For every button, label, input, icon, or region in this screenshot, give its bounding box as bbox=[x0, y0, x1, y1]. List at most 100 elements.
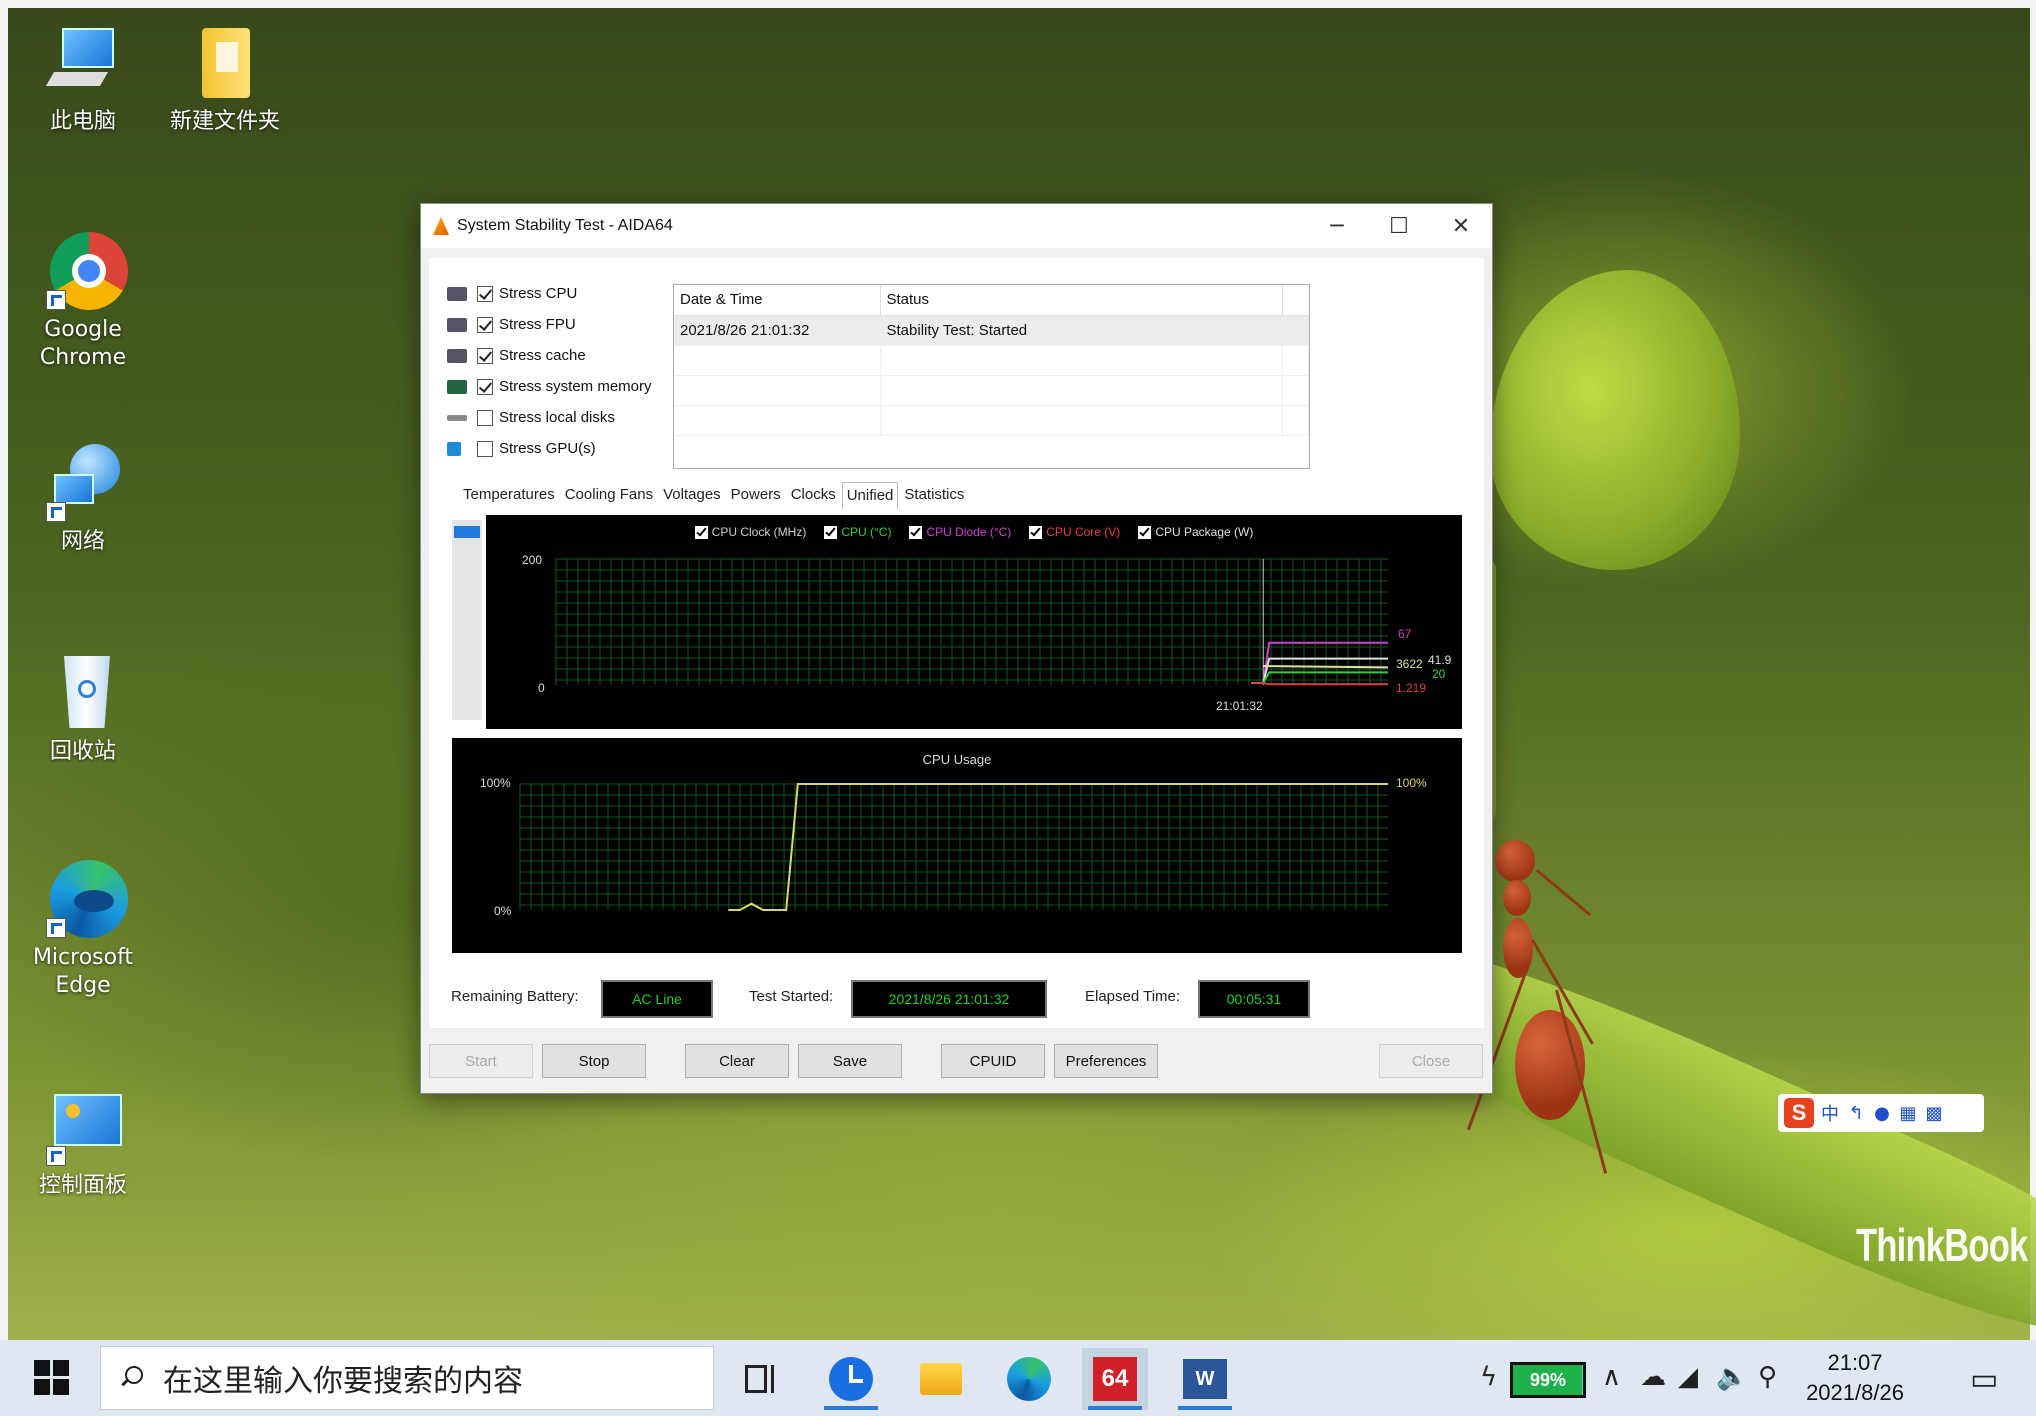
close-window-button[interactable]: ✕ bbox=[1430, 204, 1492, 248]
system-tray: ϟ 99% ∧ ☁ ◢ 🔈 ⚲ 21:07 2021/8/26 ▭ bbox=[1480, 1340, 2036, 1416]
window-client-area: Stress CPU Stress FPU Stress cache Stres… bbox=[429, 258, 1484, 1028]
chevron-up-icon[interactable]: ∧ bbox=[1602, 1362, 1621, 1392]
tab-temperatures[interactable]: Temperatures bbox=[459, 482, 559, 509]
tab-powers[interactable]: Powers bbox=[727, 482, 785, 509]
clear-button[interactable]: Clear bbox=[685, 1044, 789, 1078]
ime-microphone-icon[interactable]: ● bbox=[1872, 1103, 1892, 1124]
desktop-icon-new-folder[interactable]: 新建文件夹 bbox=[160, 24, 290, 136]
button-bar: Start Stop Clear Save CPUID Preferences … bbox=[429, 1044, 1484, 1084]
cpuid-button[interactable]: CPUID bbox=[941, 1044, 1045, 1078]
unified-plot bbox=[555, 558, 1389, 686]
edge-taskbar-icon[interactable] bbox=[996, 1348, 1062, 1410]
desktop-icon-label: 此电脑 bbox=[49, 109, 116, 134]
windows-start-icon[interactable] bbox=[34, 1360, 70, 1396]
battery-label: Remaining Battery: bbox=[451, 988, 579, 1005]
stress-memory-option[interactable]: Stress system memory bbox=[447, 371, 652, 402]
desktop-icon-label: Google Chrome bbox=[39, 317, 127, 370]
cpu-usage-graph: CPU Usage 100% 0% 100% bbox=[452, 738, 1462, 953]
graph-scrollbar[interactable] bbox=[452, 520, 482, 720]
desktop-icon-label: 新建文件夹 bbox=[169, 109, 280, 134]
minimize-button[interactable]: ─ bbox=[1306, 204, 1368, 248]
maximize-button[interactable]: ☐ bbox=[1368, 204, 1430, 248]
network-tray-icon[interactable]: ◢ bbox=[1678, 1362, 1698, 1392]
desktop-icon-label: 回收站 bbox=[49, 739, 116, 764]
volume-icon[interactable]: 🔈 bbox=[1716, 1362, 1748, 1392]
stress-cache-checkbox[interactable] bbox=[477, 347, 493, 364]
battery-indicator[interactable]: 99% bbox=[1510, 1362, 1586, 1398]
desktop-icon-label: 网络 bbox=[60, 529, 105, 554]
ime-punctuation-icon[interactable]: ↰ bbox=[1846, 1103, 1866, 1124]
close-button[interactable]: Close bbox=[1379, 1044, 1483, 1078]
cache-icon bbox=[447, 348, 467, 363]
tab-statistics[interactable]: Statistics bbox=[900, 482, 968, 509]
stress-cpu-checkbox[interactable] bbox=[477, 285, 493, 302]
desktop-icon-recycle-bin[interactable]: 回收站 bbox=[18, 654, 148, 766]
tab-voltages[interactable]: Voltages bbox=[659, 482, 725, 509]
clock-app-icon[interactable] bbox=[818, 1348, 884, 1410]
sogou-logo-icon[interactable]: S bbox=[1784, 1098, 1814, 1128]
notification-center-icon[interactable]: ▭ bbox=[1970, 1362, 1998, 1397]
stress-disks-option[interactable]: Stress local disks bbox=[447, 402, 652, 433]
unified-graph: CPU Clock (MHz) CPU (°C) CPU Diode (°C) … bbox=[486, 515, 1462, 729]
ime-toolbar[interactable]: S 中 ↰ ● ▦ ▩ bbox=[1778, 1094, 1984, 1132]
log-row[interactable]: 2021/8/26 21:01:32 Stability Test: Start… bbox=[674, 315, 1309, 346]
ime-keyboard-icon[interactable]: ▦ bbox=[1898, 1103, 1918, 1124]
stress-fpu-option[interactable]: Stress FPU bbox=[447, 309, 652, 340]
chrome-icon bbox=[44, 232, 128, 310]
input-method-icon[interactable]: ⚲ bbox=[1758, 1362, 1777, 1392]
stress-memory-label: Stress system memory bbox=[499, 378, 652, 395]
preferences-button[interactable]: Preferences bbox=[1054, 1044, 1158, 1078]
taskbar-clock[interactable]: 21:07 2021/8/26 bbox=[1805, 1348, 1905, 1408]
aida64-taskbar-icon[interactable]: 64 bbox=[1082, 1348, 1148, 1410]
screen-border-top bbox=[0, 0, 2036, 8]
stress-gpu-checkbox[interactable] bbox=[477, 440, 493, 457]
ime-grid-icon[interactable]: ▩ bbox=[1924, 1103, 1944, 1124]
stress-cpu-option[interactable]: Stress CPU bbox=[447, 278, 652, 309]
clock-date: 2021/8/26 bbox=[1806, 1380, 1904, 1405]
elapsed-time-label: Elapsed Time: bbox=[1085, 988, 1181, 1005]
log-header-status[interactable]: Status bbox=[880, 285, 1283, 316]
stress-cache-label: Stress cache bbox=[499, 347, 586, 364]
taskbar-search-box[interactable]: 在这里输入你要搜索的内容 bbox=[100, 1346, 714, 1410]
graph-scroll-thumb[interactable] bbox=[454, 526, 480, 538]
task-view-icon[interactable] bbox=[728, 1348, 794, 1410]
stress-memory-checkbox[interactable] bbox=[477, 378, 493, 395]
sensor-tabs: Temperatures Cooling Fans Voltages Power… bbox=[459, 482, 970, 509]
desktop-icon-chrome[interactable]: Google Chrome bbox=[18, 232, 148, 372]
aida64-label: 64 bbox=[1093, 1357, 1137, 1401]
stress-fpu-checkbox[interactable] bbox=[477, 316, 493, 333]
desktop-icon-this-pc[interactable]: 此电脑 bbox=[18, 24, 148, 136]
ime-chinese-mode[interactable]: 中 bbox=[1820, 1100, 1840, 1126]
recycle-bin-icon bbox=[44, 654, 122, 732]
aida64-stability-window: System Stability Test - AIDA64 ─ ☐ ✕ Str… bbox=[420, 203, 1493, 1094]
word-taskbar-icon[interactable]: W bbox=[1172, 1348, 1238, 1410]
elapsed-time-value: 00:05:31 bbox=[1198, 980, 1310, 1018]
stress-gpu-option[interactable]: Stress GPU(s) bbox=[447, 433, 652, 464]
cpu-icon bbox=[447, 286, 467, 301]
tab-unified[interactable]: Unified bbox=[841, 482, 899, 509]
save-button[interactable]: Save bbox=[798, 1044, 902, 1078]
desktop-icon-control-panel[interactable]: 控制面板 bbox=[18, 1088, 148, 1200]
window-titlebar[interactable]: System Stability Test - AIDA64 ─ ☐ ✕ bbox=[421, 204, 1492, 248]
stress-gpu-label: Stress GPU(s) bbox=[499, 440, 596, 457]
charging-icon[interactable]: ϟ bbox=[1480, 1362, 1497, 1392]
start-button[interactable]: Start bbox=[429, 1044, 533, 1078]
onedrive-icon[interactable]: ☁ bbox=[1640, 1362, 1666, 1392]
file-explorer-icon[interactable] bbox=[908, 1348, 974, 1410]
desktop-icon-edge[interactable]: Microsoft Edge bbox=[18, 860, 148, 1000]
stress-cache-option[interactable]: Stress cache bbox=[447, 340, 652, 371]
log-cell-status: Stability Test: Started bbox=[880, 315, 1283, 346]
stress-disks-checkbox[interactable] bbox=[477, 409, 493, 426]
stress-cpu-label: Stress CPU bbox=[499, 285, 578, 302]
tab-clocks[interactable]: Clocks bbox=[787, 482, 840, 509]
tab-cooling-fans[interactable]: Cooling Fans bbox=[561, 482, 657, 509]
desktop-icon-network[interactable]: 网络 bbox=[18, 444, 148, 556]
test-started-label: Test Started: bbox=[749, 988, 834, 1005]
log-header-datetime[interactable]: Date & Time bbox=[674, 285, 881, 316]
disk-icon bbox=[447, 414, 467, 421]
status-log[interactable]: Date & Time Status 2021/8/26 21:01:32 St… bbox=[673, 284, 1310, 469]
control-panel-icon bbox=[44, 1088, 122, 1166]
stop-button[interactable]: Stop bbox=[542, 1044, 646, 1078]
series-cpu-clock bbox=[1263, 665, 1389, 669]
desktop-icon-label: Microsoft Edge bbox=[32, 945, 134, 998]
